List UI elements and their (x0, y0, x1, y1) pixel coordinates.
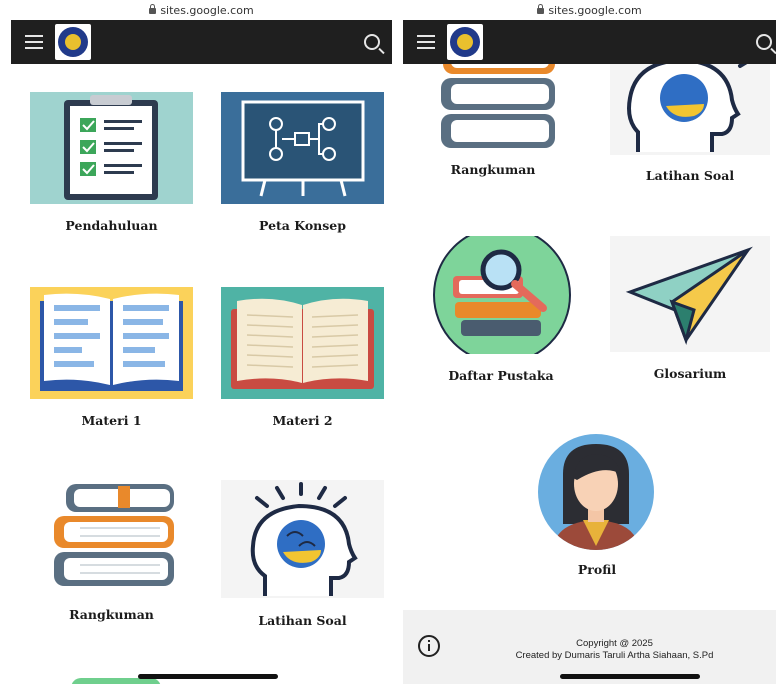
tile-materi-2[interactable]: Materi 2 (221, 287, 384, 437)
creator-line: Created by Dumaris Taruli Artha Siahaan,… (515, 650, 714, 661)
site-logo[interactable] (447, 24, 483, 60)
tile-glosarium[interactable]: Glosarium (610, 236, 770, 386)
tile-label: Materi 1 (81, 413, 142, 428)
menu-icon[interactable] (417, 35, 435, 49)
lock-icon (537, 4, 545, 14)
tile-daftar-pustaka[interactable]: Daftar Pustaka (431, 236, 581, 386)
home-indicator (560, 674, 700, 679)
tile-materi-1[interactable]: Materi 1 (30, 287, 193, 437)
app-bar (11, 20, 392, 64)
concept-map-board-icon (221, 92, 384, 204)
tile-label: Rangkuman (69, 607, 154, 622)
tile-label: Latihan Soal (645, 168, 735, 183)
tile-label: Materi 2 (272, 413, 333, 428)
left-phone-screen: sites.google.com Pendahuluan Peta Konsep… (11, 0, 392, 684)
tile-label: Profil (577, 562, 617, 577)
menu-icon[interactable] (25, 35, 43, 49)
url-bar[interactable]: sites.google.com (403, 0, 776, 20)
paper-plane-icon (610, 236, 770, 352)
tile-label: Rangkuman (450, 162, 536, 177)
tile-label: Peta Konsep (259, 218, 346, 233)
site-footer: Copyright @ 2025 Created by Dumaris Taru… (403, 610, 776, 684)
home-indicator (138, 674, 278, 679)
copyright-line: Copyright @ 2025 (576, 638, 653, 649)
books-magnifier-icon (433, 236, 571, 354)
lock-icon (149, 4, 157, 14)
search-icon[interactable] (756, 34, 772, 50)
site-logo[interactable] (55, 24, 91, 60)
tile-label: Daftar Pustaka (448, 368, 554, 383)
tile-label: Pendahuluan (65, 218, 158, 233)
tile-label: Latihan Soal (258, 613, 347, 628)
tile-rangkuman[interactable]: Rangkuman (30, 478, 193, 628)
open-book-icon (30, 287, 193, 399)
open-book-icon (221, 287, 384, 399)
url-text: sites.google.com (160, 3, 254, 17)
checklist-clipboard-icon (30, 92, 193, 204)
url-text: sites.google.com (548, 3, 642, 17)
tile-profil[interactable]: Profil (517, 434, 677, 584)
copyright-text: Copyright @ 2025 Created by Dumaris Taru… (453, 638, 776, 662)
url-bar[interactable]: sites.google.com (11, 0, 392, 20)
tile-label: Glosarium (653, 366, 727, 381)
tile-peta-konsep[interactable]: Peta Konsep (221, 92, 384, 242)
profile-avatar-icon (538, 434, 654, 550)
app-bar (403, 20, 776, 64)
tile-latihan-soal[interactable]: Latihan Soal (221, 480, 384, 630)
search-icon[interactable] (364, 34, 380, 50)
stacked-books-icon (30, 478, 193, 594)
right-phone-screen: sites.google.com Rangkuman Latihan Soal (403, 0, 776, 684)
info-icon[interactable] (417, 634, 441, 658)
tile-pendahuluan[interactable]: Pendahuluan (30, 92, 193, 242)
brain-head-icon (221, 480, 384, 598)
